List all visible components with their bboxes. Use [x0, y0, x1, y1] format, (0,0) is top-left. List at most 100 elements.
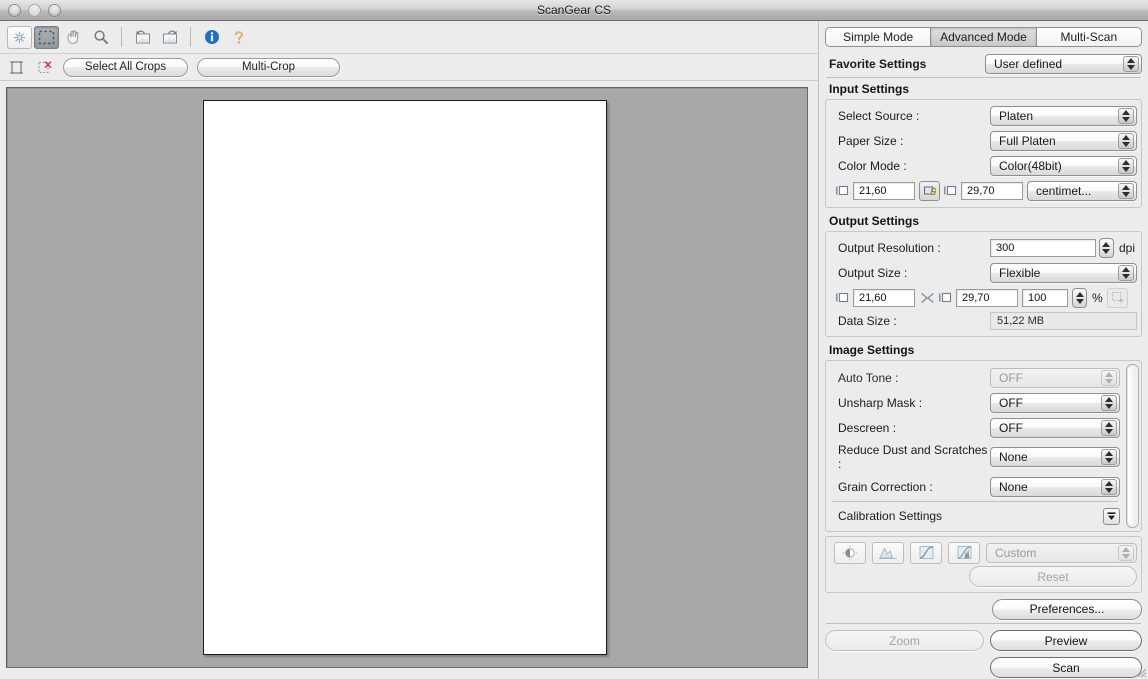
- remove-frame-icon[interactable]: [35, 58, 54, 77]
- auto-crop-icon[interactable]: [7, 25, 32, 49]
- stepper-arrows-icon[interactable]: [1101, 449, 1117, 465]
- input-width-field[interactable]: 21,60: [853, 181, 915, 200]
- crop-select-icon[interactable]: [34, 25, 59, 49]
- zoom-tool-icon[interactable]: [88, 26, 113, 49]
- stepper-arrows-icon[interactable]: [1123, 55, 1139, 72]
- preferences-button[interactable]: Preferences...: [992, 598, 1142, 620]
- stepper-arrows-icon[interactable]: [1118, 107, 1134, 124]
- zoom-button[interactable]: [48, 3, 61, 17]
- stepper-arrows-icon[interactable]: [1101, 478, 1117, 495]
- close-button[interactable]: [8, 3, 21, 17]
- output-resolution-unit: dpi: [1118, 240, 1135, 255]
- auto-tone-label: Auto Tone :: [838, 370, 899, 385]
- adjust-tools-group: Custom Reset: [825, 536, 1142, 593]
- brightness-contrast-icon: [834, 541, 866, 564]
- height-icon: [939, 291, 952, 304]
- input-unit-select[interactable]: centimet...: [1027, 180, 1137, 201]
- favorite-settings-label: Favorite Settings: [829, 56, 927, 71]
- stepper-arrows-icon[interactable]: [1101, 394, 1117, 411]
- preview-page-sheet[interactable]: [203, 100, 607, 655]
- output-scale-stepper[interactable]: [1072, 287, 1087, 308]
- descreen-value: OFF: [999, 420, 1023, 435]
- output-size-select[interactable]: Flexible: [990, 262, 1137, 283]
- select-source-value: Platen: [999, 108, 1034, 123]
- settings-panel: Simple Mode Advanced Mode Multi-Scan Fav…: [818, 21, 1148, 679]
- mode-tabs: Simple Mode Advanced Mode Multi-Scan: [825, 26, 1142, 47]
- reset-button: Reset: [969, 566, 1137, 587]
- grain-correction-row: Grain Correction : None: [830, 474, 1120, 499]
- width-icon: [836, 291, 849, 304]
- image-settings-scrollbar[interactable]: [1126, 364, 1139, 528]
- image-settings-group: Auto Tone : OFF Unsharp Mask : OFF Descr…: [825, 360, 1142, 532]
- info-icon[interactable]: [199, 26, 224, 49]
- color-mode-label: Color Mode :: [838, 158, 907, 173]
- grain-correction-value: None: [999, 479, 1028, 494]
- adjust-preset-select: Custom: [986, 542, 1137, 563]
- input-settings-group: Select Source : Platen Paper Size : Full…: [825, 99, 1142, 208]
- preview-canvas[interactable]: [6, 87, 808, 668]
- stepper-arrows-icon[interactable]: [1118, 182, 1134, 199]
- unsharp-mask-label: Unsharp Mask :: [838, 395, 923, 410]
- width-icon: [836, 184, 849, 197]
- stepper-arrows-icon[interactable]: [1101, 419, 1117, 436]
- hand-tool-icon[interactable]: [61, 26, 86, 49]
- preview-button[interactable]: Preview: [990, 630, 1142, 651]
- calibration-settings-row[interactable]: Calibration Settings: [830, 505, 1120, 527]
- color-mode-select[interactable]: Color(48bit): [990, 155, 1137, 176]
- tab-multi-scan[interactable]: Multi-Scan: [1035, 27, 1142, 47]
- select-source-row: Select Source : Platen: [830, 103, 1137, 128]
- adjust-tools-row: Custom: [830, 540, 1137, 565]
- input-dimensions-row: 21,60 29,70 centimet...: [830, 178, 1137, 203]
- scrollbar-thumb[interactable]: [1128, 366, 1137, 527]
- input-height-field[interactable]: 29,70: [961, 181, 1023, 200]
- multi-crop-button[interactable]: Multi-Crop: [197, 57, 340, 77]
- adjust-preset-value: Custom: [995, 545, 1037, 560]
- crop-lock-icon[interactable]: [1106, 287, 1128, 308]
- preferences-row: Preferences...: [825, 595, 1142, 623]
- favorite-settings-select[interactable]: User defined: [985, 53, 1142, 74]
- toolbar-divider-1: [121, 27, 122, 47]
- scan-button[interactable]: Scan: [990, 657, 1142, 678]
- favorite-settings-row: Favorite Settings User defined: [825, 52, 1142, 75]
- output-settings-group: Output Resolution : 300 dpi Output Size …: [825, 231, 1142, 337]
- select-source-select[interactable]: Platen: [990, 105, 1137, 126]
- select-all-crops-button[interactable]: Select All Crops: [63, 57, 188, 77]
- output-height-field[interactable]: 29,70: [956, 288, 1018, 307]
- window-resize-grip[interactable]: [1134, 665, 1147, 678]
- rotate-right-icon[interactable]: [157, 26, 182, 49]
- link-lock-icon[interactable]: [919, 180, 940, 201]
- help-icon[interactable]: [226, 26, 251, 49]
- reduce-dust-value: None: [999, 450, 1028, 464]
- output-settings-heading: Output Settings: [829, 214, 919, 228]
- auto-tone-row: Auto Tone : OFF: [830, 365, 1120, 390]
- descreen-select[interactable]: OFF: [990, 417, 1120, 438]
- reduce-dust-row: Reduce Dust and Scratches : None: [830, 440, 1120, 474]
- stepper-arrows-icon[interactable]: [1118, 264, 1134, 281]
- reduce-dust-select[interactable]: None: [990, 447, 1120, 467]
- tab-advanced-mode[interactable]: Advanced Mode: [930, 27, 1037, 47]
- tone-curve-icon: [910, 541, 942, 564]
- unsharp-mask-value: OFF: [999, 395, 1023, 410]
- disclosure-triangle-icon[interactable]: [1103, 507, 1120, 525]
- unsharp-mask-row: Unsharp Mask : OFF: [830, 390, 1120, 415]
- data-size-label: Data Size :: [838, 314, 897, 328]
- paper-size-select[interactable]: Full Platen: [990, 130, 1137, 151]
- output-width-field[interactable]: 21,60: [853, 288, 915, 307]
- minimize-button[interactable]: [28, 3, 41, 17]
- unsharp-mask-select[interactable]: OFF: [990, 392, 1120, 413]
- stepper-arrows-icon[interactable]: [1118, 157, 1134, 174]
- paper-size-value: Full Platen: [999, 133, 1056, 148]
- stepper-arrows-icon[interactable]: [1118, 132, 1134, 149]
- output-resolution-stepper[interactable]: [1098, 237, 1114, 258]
- tab-simple-mode[interactable]: Simple Mode: [825, 27, 932, 47]
- grain-correction-select[interactable]: None: [990, 476, 1120, 497]
- action-buttons: Zoom Preview Scan: [825, 624, 1142, 678]
- select-frame-icon[interactable]: [7, 58, 26, 77]
- output-resolution-field[interactable]: 300: [990, 238, 1096, 257]
- window-controls: [8, 3, 61, 17]
- output-scale-field[interactable]: 100: [1022, 288, 1068, 307]
- divider-calibration: [832, 501, 1118, 502]
- main-toolbar: [0, 21, 818, 54]
- rotate-left-icon[interactable]: [130, 26, 155, 49]
- color-mode-row: Color Mode : Color(48bit): [830, 153, 1137, 178]
